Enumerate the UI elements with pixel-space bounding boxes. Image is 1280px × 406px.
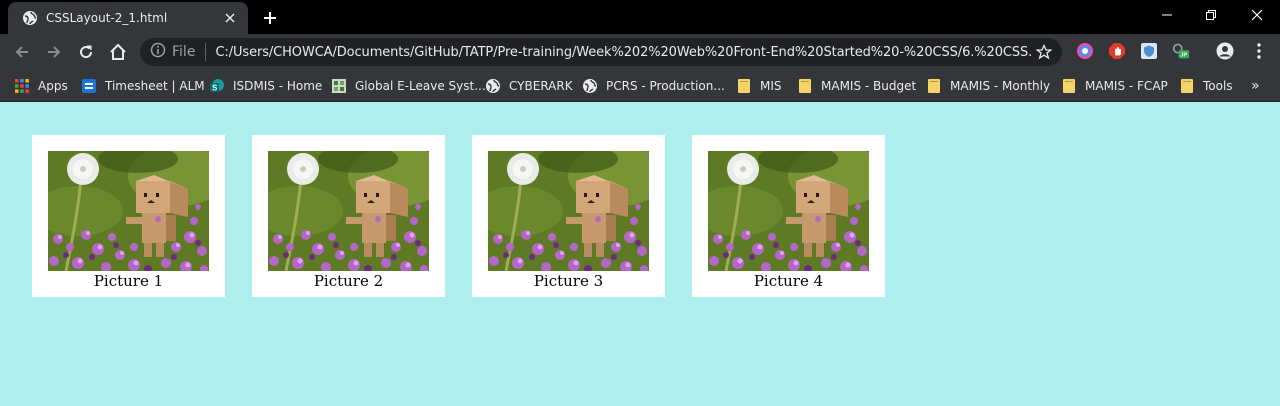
picture-caption: Picture 2 (313, 272, 384, 290)
folder-icon (926, 78, 942, 94)
reload-icon[interactable] (72, 38, 100, 66)
apps-grid-icon (14, 78, 30, 94)
bookmark-label: Timesheet | ALM (105, 79, 205, 93)
folder-icon (1179, 78, 1195, 94)
bookmark-timesheet[interactable]: Timesheet | ALM (81, 75, 205, 97)
bookmark-apps[interactable]: Apps (14, 75, 68, 97)
bookmark-folder-mamis-budget[interactable]: MAMIS - Budget (797, 75, 916, 97)
alm-icon (81, 78, 97, 94)
gallery-item-2: Picture 2 (252, 135, 445, 297)
bookmark-folder-mamis-fcap[interactable]: MAMIS - FCAP (1061, 75, 1168, 97)
svg-text:S: S (212, 84, 218, 93)
adblock-extension-icon[interactable] (1108, 42, 1126, 60)
address-divider (205, 43, 207, 61)
globe-icon (485, 78, 501, 94)
sharepoint-icon: S (209, 78, 225, 94)
bookmark-label: MAMIS - Budget (821, 79, 917, 93)
danbo-photo (708, 151, 869, 271)
home-icon[interactable] (104, 38, 132, 66)
bookmark-label: PCRS - Production... (606, 79, 725, 93)
globe-icon (22, 10, 38, 26)
address-bar[interactable]: File C:/Users/CHOWCA/Documents/GitHub/TA… (140, 38, 1062, 66)
picture-caption: Picture 4 (753, 272, 824, 290)
bookmark-label: Apps (38, 79, 68, 93)
folder-icon (1061, 78, 1077, 94)
close-tab-icon[interactable] (222, 10, 238, 26)
more-menu-icon[interactable] (1250, 42, 1268, 60)
bookmark-star-icon[interactable] (1032, 40, 1056, 64)
bookmark-global-eleave[interactable]: Global E-Leave Syst... (331, 75, 486, 97)
picture-caption: Picture 3 (533, 272, 604, 290)
new-tab-icon[interactable] (258, 7, 282, 29)
url-text[interactable]: C:/Users/CHOWCA/Documents/GitHub/TATP/Pr… (215, 45, 1032, 60)
restore-window-icon[interactable] (1188, 0, 1234, 30)
bookmark-isdmis[interactable]: S ISDMIS - Home (209, 75, 322, 97)
profile-avatar-icon[interactable] (1216, 42, 1234, 60)
gallery-item-1: Picture 1 (32, 135, 225, 297)
folder-icon (736, 78, 752, 94)
bookmark-label: MIS (760, 79, 782, 93)
info-icon (150, 42, 166, 62)
bookmarks-overflow-chevron: » (1251, 78, 1260, 94)
bookmark-folder-mis[interactable]: MIS (736, 75, 782, 97)
browser-tab[interactable]: CSSLayout-2_1.html (8, 2, 248, 34)
bookmark-label: CYBERARK (509, 79, 573, 93)
forward-arrow-icon[interactable] (40, 38, 68, 66)
gallery-item-4: Picture 4 (692, 135, 885, 297)
site-info-button[interactable]: File (150, 42, 195, 62)
picture-caption: Picture 1 (93, 272, 164, 290)
close-window-icon[interactable] (1234, 0, 1280, 30)
folder-icon (797, 78, 813, 94)
bookmark-label: MAMIS - Monthly (950, 79, 1051, 93)
color-picker-extension-icon[interactable] (1076, 42, 1094, 60)
tab-title: CSSLayout-2_1.html (46, 11, 168, 25)
bookmark-label: Tools (1203, 79, 1233, 93)
tab-strip: CSSLayout-2_1.html (0, 0, 1280, 34)
bookmark-label: MAMIS - FCAP (1085, 79, 1168, 93)
eleave-icon (331, 78, 347, 94)
browser-toolbar: File C:/Users/CHOWCA/Documents/GitHub/TA… (0, 34, 1280, 94)
bookmark-label: Global E-Leave Syst... (355, 79, 486, 93)
danbo-photo (48, 151, 209, 271)
bookmark-folder-tools[interactable]: Tools (1179, 75, 1233, 97)
back-arrow-icon[interactable] (8, 38, 36, 66)
site-info-label: File (172, 44, 196, 60)
minimize-window-icon[interactable] (1144, 0, 1190, 30)
danbo-photo (268, 151, 429, 271)
globe-icon (582, 78, 598, 94)
danbo-photo (488, 151, 649, 271)
jp-extension-icon[interactable]: JP (1172, 42, 1190, 60)
bookmarks-bar: Apps Timesheet | ALM S ISDMIS - Home Glo… (0, 70, 1280, 102)
shield-extension-icon[interactable] (1140, 42, 1158, 60)
bookmark-folder-mamis-monthly[interactable]: MAMIS - Monthly (926, 75, 1050, 97)
bookmark-cyberark[interactable]: CYBERARK (485, 75, 573, 97)
bookmark-label: ISDMIS - Home (233, 79, 323, 93)
page-content: Picture 1 Picture 2 Picture 3 Picture 4 (0, 102, 1280, 406)
bookmarks-overflow-button[interactable]: » (1251, 75, 1260, 97)
bookmark-pcrs[interactable]: PCRS - Production... (582, 75, 725, 97)
svg-text:JP: JP (1180, 53, 1187, 59)
gallery-item-3: Picture 3 (472, 135, 665, 297)
